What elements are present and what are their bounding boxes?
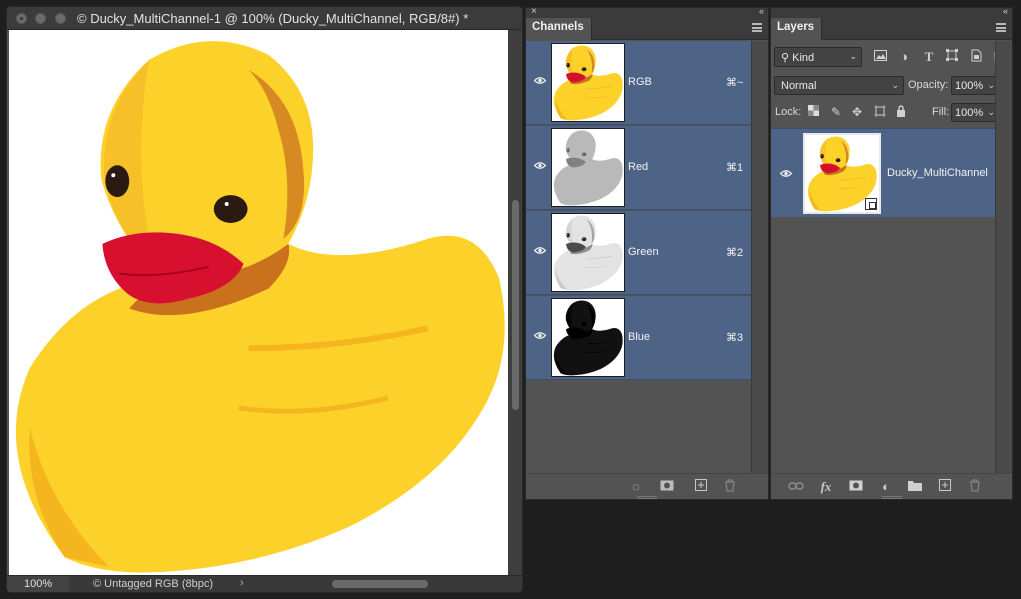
collapse-panel-icon[interactable]: « xyxy=(759,6,764,16)
new-layer-icon[interactable] xyxy=(937,479,953,494)
horizontal-scroll-thumb[interactable] xyxy=(332,580,428,588)
status-bar: 100% © Untagged RGB (8bpc) › xyxy=(7,575,522,592)
fill-label: Fill: xyxy=(932,106,950,118)
visibility-eye-icon[interactable] xyxy=(533,161,547,170)
opacity-value: 100% xyxy=(955,80,984,92)
channel-thumbnail xyxy=(551,128,625,207)
channel-name: Green xyxy=(628,246,659,258)
visibility-eye-icon[interactable] xyxy=(533,246,547,255)
smart-object-filter-icon[interactable] xyxy=(968,49,984,65)
opacity-label: Opacity: xyxy=(908,79,949,91)
layers-tab-row: Layers xyxy=(771,18,1012,40)
panel-menu-icon[interactable] xyxy=(752,23,762,32)
channel-shortcut: ⌘~ xyxy=(726,77,744,89)
tab-channels[interactable]: Channels xyxy=(526,18,592,40)
color-profile-info: © Untagged RGB (8bpc) xyxy=(93,578,213,590)
lock-label: Lock: xyxy=(775,106,802,118)
layer-filter-kind-select[interactable]: ⚲ Kind ⌄ xyxy=(774,47,862,67)
filter-kind-label: Kind xyxy=(792,52,815,64)
document-title: © Ducky_MultiChannel-1 @ 100% (Ducky_Mul… xyxy=(77,11,469,26)
visibility-eye-icon[interactable] xyxy=(533,76,547,85)
layers-panel: « Layers ⚲ Kind ⌄ ◑ T Normal ⌄ Opacity: … xyxy=(770,6,1013,500)
shape-filter-icon[interactable] xyxy=(944,49,960,64)
channel-shortcut: ⌘2 xyxy=(726,247,744,259)
layer-name[interactable]: Ducky_MultiChannel xyxy=(887,167,988,179)
vertical-scrollbar[interactable] xyxy=(508,30,522,577)
link-layers-icon[interactable] xyxy=(788,479,804,494)
collapse-panel-icon[interactable]: « xyxy=(1003,6,1008,16)
channel-thumbnail xyxy=(551,298,625,377)
zoom-window-button[interactable] xyxy=(55,13,66,24)
channel-row-rgb[interactable]: RGB ⌘~ xyxy=(526,41,752,125)
layer-thumbnail xyxy=(803,133,881,214)
add-mask-icon[interactable] xyxy=(848,479,864,494)
delete-channel-icon[interactable] xyxy=(722,479,738,495)
pixel-filter-icon[interactable] xyxy=(872,49,888,64)
close-window-button[interactable] xyxy=(16,13,27,24)
rubber-duck-image xyxy=(9,30,508,577)
new-group-icon[interactable] xyxy=(907,479,923,494)
channels-scrollbar[interactable] xyxy=(751,41,768,476)
new-channel-icon[interactable] xyxy=(693,479,709,494)
save-selection-icon[interactable] xyxy=(659,479,675,494)
chevron-down-icon[interactable]: ⌄ xyxy=(987,80,995,91)
delete-layer-icon[interactable] xyxy=(967,479,983,495)
chevron-down-icon: ⌄ xyxy=(849,51,857,61)
panel-header-strip: × « xyxy=(526,6,768,18)
panel-header-strip: « xyxy=(771,6,1012,18)
layer-row[interactable]: Ducky_MultiChannel xyxy=(771,128,997,217)
channel-row-blue[interactable]: Blue ⌘3 xyxy=(526,296,752,380)
minimize-window-button[interactable] xyxy=(35,13,46,24)
document-titlebar[interactable]: © Ducky_MultiChannel-1 @ 100% (Ducky_Mul… xyxy=(7,7,522,30)
lock-position-icon[interactable]: ✥ xyxy=(850,105,864,119)
channels-footer: ◌ xyxy=(526,473,768,499)
chevron-down-icon[interactable]: ⌄ xyxy=(987,107,995,118)
channels-tab-row: Channels xyxy=(526,18,768,40)
channel-name: Red xyxy=(628,161,649,173)
adjustment-layer-icon[interactable]: ◐ xyxy=(878,479,894,494)
channel-thumbnail xyxy=(551,213,625,292)
panel-menu-icon[interactable] xyxy=(996,23,1006,32)
lock-transparency-icon[interactable] xyxy=(806,105,820,119)
channel-name: RGB xyxy=(628,76,652,88)
channels-panel: × « Channels RGB ⌘~ Red ⌘1 Green ⌘2 Blue… xyxy=(525,6,769,500)
channel-name: Blue xyxy=(628,331,651,343)
panel-resize-grip[interactable] xyxy=(637,496,657,499)
layers-footer: fx ◐ xyxy=(771,473,1012,499)
channel-row-red[interactable]: Red ⌘1 xyxy=(526,126,752,210)
load-selection-icon[interactable]: ◌ xyxy=(628,479,644,494)
opacity-field[interactable]: 100% ⌄ xyxy=(951,76,999,95)
layers-scrollbar[interactable] xyxy=(995,41,1012,476)
fx-icon[interactable]: fx xyxy=(818,479,834,495)
search-icon: ⚲ xyxy=(781,52,793,64)
close-panel-icon[interactable]: × xyxy=(531,6,537,17)
visibility-eye-icon[interactable] xyxy=(779,169,793,178)
panel-resize-grip[interactable] xyxy=(881,496,902,499)
fill-value: 100% xyxy=(955,107,984,119)
visibility-eye-icon[interactable] xyxy=(533,331,547,340)
smart-object-badge-icon xyxy=(865,198,877,210)
channel-shortcut: ⌘1 xyxy=(726,162,744,174)
image-canvas[interactable] xyxy=(9,30,508,577)
blend-mode-select[interactable]: Normal ⌄ xyxy=(774,76,904,95)
chevron-down-icon: ⌄ xyxy=(891,80,899,90)
lock-artboard-icon[interactable] xyxy=(873,105,887,120)
adjustment-filter-icon[interactable]: ◑ xyxy=(896,49,912,64)
zoom-level-field[interactable]: 100% xyxy=(7,576,69,592)
lock-image-pixels-icon[interactable]: ✎ xyxy=(829,105,843,119)
channel-row-green[interactable]: Green ⌘2 xyxy=(526,211,752,295)
tab-layers[interactable]: Layers xyxy=(771,18,823,40)
status-menu-arrow-icon[interactable]: › xyxy=(240,577,244,589)
blend-mode-value: Normal xyxy=(781,80,817,92)
document-window: © Ducky_MultiChannel-1 @ 100% (Ducky_Mul… xyxy=(6,6,523,593)
type-filter-icon[interactable]: T xyxy=(921,49,937,65)
lock-all-icon[interactable] xyxy=(894,105,908,120)
channel-shortcut: ⌘3 xyxy=(726,332,744,344)
channel-thumbnail xyxy=(551,43,625,122)
vertical-scroll-thumb[interactable] xyxy=(512,200,519,410)
fill-field[interactable]: 100% ⌄ xyxy=(951,103,999,122)
